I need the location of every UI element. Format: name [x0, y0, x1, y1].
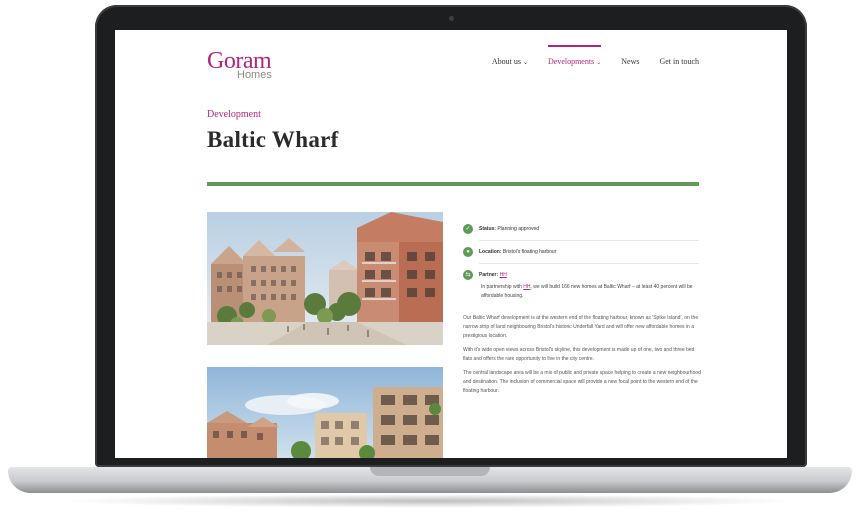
fact-location-value: Bristol's floating harbour [502, 249, 557, 255]
status-icon: ✓ [463, 224, 473, 234]
chevron-down-icon: ⌄ [596, 60, 602, 66]
fact-partner-label: Partner: [479, 272, 499, 278]
nav-about-us[interactable]: About us ⌄ [492, 57, 528, 66]
webcam [449, 16, 454, 21]
title-divider [207, 182, 699, 186]
main-nav: About us ⌄ Developments ⌄ News Get in touc… [492, 45, 699, 66]
page-title: Baltic Wharf [207, 127, 339, 152]
fact-status-label: Status: [479, 226, 496, 232]
nav-developments[interactable]: Developments ⌄ [547, 45, 602, 66]
development-render-image-2 [207, 367, 443, 458]
laptop-screen: Goram Homes About us ⌄ Developments ⌄ News… [115, 30, 787, 458]
partner-link[interactable]: HH [500, 272, 507, 278]
laptop-base [8, 467, 852, 493]
intro-text-start: In partnership with [481, 284, 524, 290]
laptop-lid: Goram Homes About us ⌄ Developments ⌄ News… [95, 5, 807, 467]
laptop-notch [370, 467, 490, 476]
development-description: Our Baltic Wharf development is at the w… [463, 314, 701, 401]
description-paragraph: Our Baltic Wharf development is at the w… [463, 315, 699, 339]
logo-subtitle: Homes [237, 69, 272, 81]
fact-status: ✓ Status: Planning approved [463, 218, 699, 240]
chevron-down-icon: ⌄ [522, 60, 528, 66]
site-header: Goram Homes About us ⌄ Developments ⌄ News… [115, 30, 787, 100]
description-paragraph: The central landscape area will be a mix… [463, 370, 701, 394]
page-eyebrow: Development [207, 109, 261, 120]
fact-location-label: Location: [479, 249, 502, 255]
nav-news[interactable]: News [621, 57, 639, 66]
handshake-icon: ⇆ [463, 270, 473, 280]
partnership-intro: In partnership with HH, we will build 16… [481, 283, 701, 301]
location-pin-icon: ● [463, 247, 473, 257]
development-render-image [207, 212, 443, 345]
development-facts: ✓ Status: Planning approved ● Location: … [463, 218, 699, 286]
laptop-shadow [60, 494, 800, 508]
fact-status-value: Planning approved [497, 226, 540, 232]
description-paragraph: With it's wide open views across Bristol… [463, 347, 695, 362]
site-logo[interactable]: Goram Homes [207, 49, 272, 81]
nav-get-in-touch[interactable]: Get in touch [659, 57, 699, 66]
fact-location: ● Location: Bristol's floating harbour [463, 241, 699, 263]
